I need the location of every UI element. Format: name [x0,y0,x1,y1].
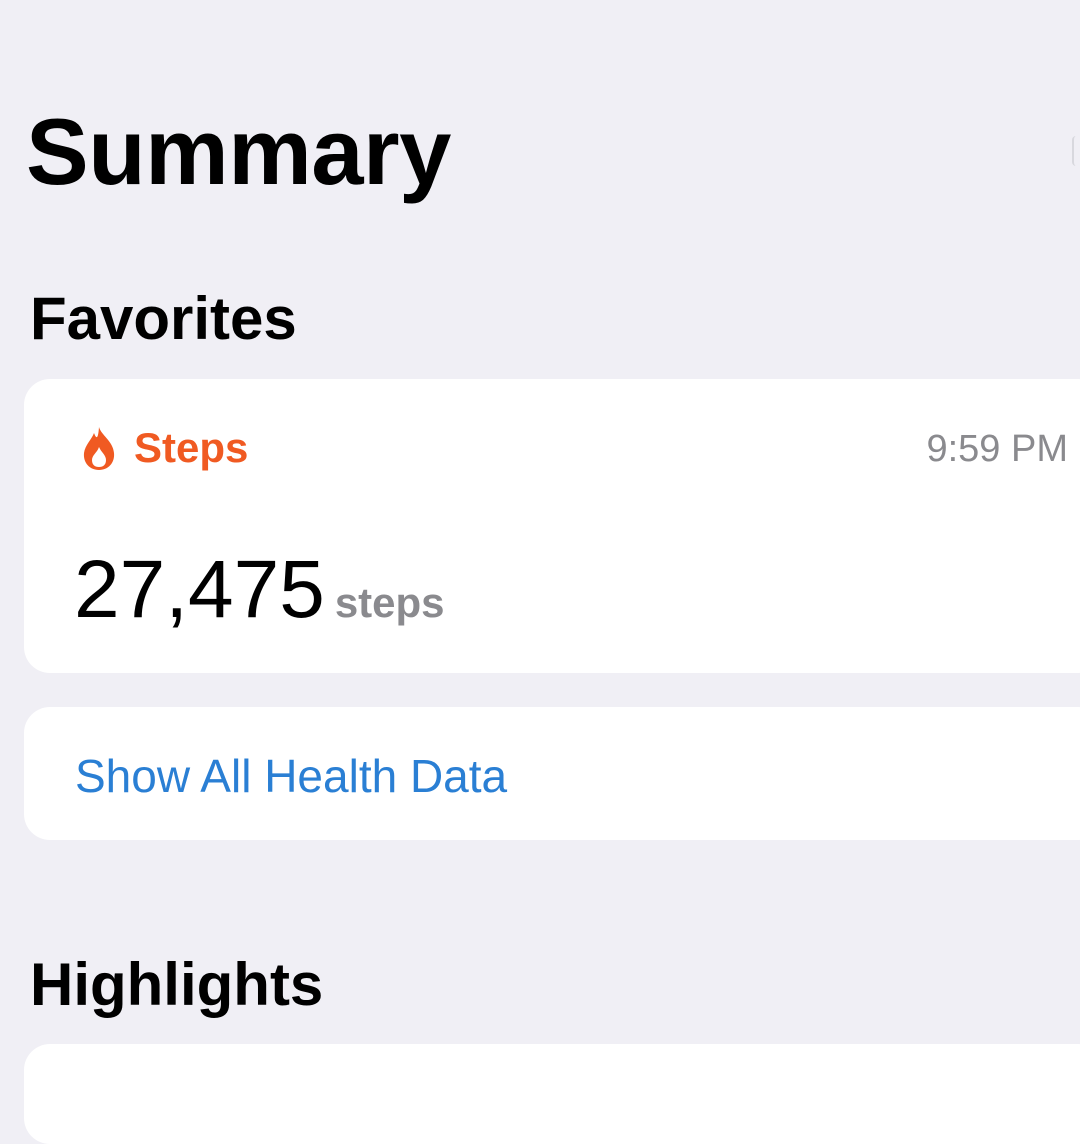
steps-card-header: Steps [80,423,248,473]
flame-icon [80,425,118,471]
show-all-health-data-card[interactable]: Show All Health Data [24,707,1080,840]
steps-card-value-row: 27,475 steps [74,544,445,635]
steps-card-category: Steps [134,424,249,471]
steps-value: 27,475 [74,544,325,635]
profile-button-edge[interactable] [1072,136,1080,166]
steps-card[interactable]: Steps 9:59 PM 27,475 steps [24,379,1080,673]
page-title: Summary [26,99,451,204]
highlights-section-title: Highlights [30,951,324,1018]
steps-unit: steps [334,579,445,626]
highlights-card[interactable] [24,1044,1080,1144]
steps-card-time: 9:59 PM [926,428,1068,470]
show-all-health-data-link[interactable]: Show All Health Data [75,749,507,804]
favorites-section-title: Favorites [30,285,297,352]
